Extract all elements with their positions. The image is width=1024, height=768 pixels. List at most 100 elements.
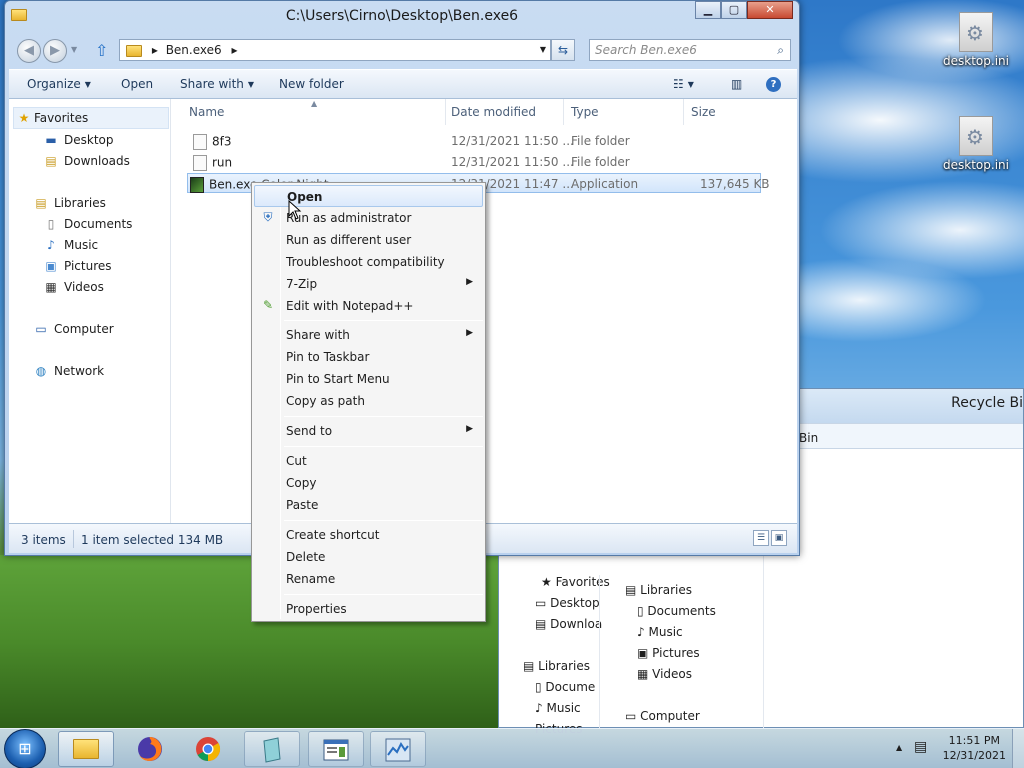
up-arrow-icon[interactable]: ⇧ (95, 41, 108, 60)
column-divider[interactable] (683, 99, 684, 125)
open-button[interactable]: Open (121, 77, 153, 91)
taskbar-app-window[interactable] (308, 731, 364, 767)
start-button[interactable]: ⊞ (4, 729, 46, 768)
address-path[interactable]: Ben.exe6 (166, 43, 222, 57)
help-icon[interactable]: ? (766, 77, 781, 92)
bg-sidebar-libraries[interactable]: ▤ Libraries (523, 659, 590, 673)
chevron-right-icon[interactable]: ▸ (231, 43, 237, 57)
window-titlebar[interactable]: C:\Users\Cirno\Desktop\Ben.exe6 ▁ ▢ ✕ (5, 1, 799, 33)
file-row[interactable]: run 12/31/2021 11:50 ... File folder (187, 152, 761, 172)
sidebar-item-libraries[interactable]: ▤ Libraries (33, 196, 106, 210)
notepad-plus-plus-icon: ✎ (262, 298, 274, 312)
chevron-down-icon: ▼ (687, 80, 694, 89)
bg-window-address-text: Bin (799, 431, 819, 445)
menu-item-run-as-different-user[interactable]: Run as different user (254, 229, 483, 251)
change-view-button[interactable]: ☷ ▼ (673, 77, 694, 91)
sidebar-item-label: Music (64, 238, 99, 252)
menu-item-create-shortcut[interactable]: Create shortcut (254, 524, 483, 546)
menu-item-pin-taskbar[interactable]: Pin to Taskbar (254, 346, 483, 368)
network-status-icon[interactable]: ▤ (914, 739, 927, 755)
menu-item-7zip[interactable]: 7-Zip ▶ (254, 273, 483, 295)
desktop-icon-ini-1[interactable]: desktop.ini (936, 12, 1016, 68)
column-header-date-modified[interactable]: Date modified (451, 105, 536, 119)
new-folder-button[interactable]: New folder (279, 77, 344, 91)
menu-item-send-to[interactable]: Send to ▶ (254, 420, 483, 442)
menu-item-cut[interactable]: Cut (254, 450, 483, 472)
menu-item-label: Share with (286, 328, 350, 342)
back-button[interactable]: ◀ (17, 39, 41, 63)
menu-item-label: Edit with Notepad++ (286, 299, 414, 313)
menu-item-paste[interactable]: Paste (254, 494, 483, 516)
bg-pane-pictures[interactable]: ▣ Pictures (637, 646, 700, 660)
column-divider[interactable] (563, 99, 564, 125)
bg-pane-documents[interactable]: ▯ Documents (637, 604, 716, 618)
taskbar-chrome[interactable] (180, 731, 236, 767)
menu-item-properties[interactable]: Properties (254, 598, 483, 620)
address-dropdown-icon[interactable]: ▼ (540, 40, 546, 60)
sidebar-item-documents[interactable]: ▯ Documents (43, 217, 133, 231)
share-with-button[interactable]: Share with ▼ (180, 77, 254, 91)
menu-item-label: Pin to Taskbar (286, 350, 370, 364)
bg-pane-libraries[interactable]: ▤ Libraries (625, 583, 692, 597)
bg-downloads-label: Downloa (550, 617, 603, 631)
sidebar-item-computer[interactable]: ▭ Computer (33, 322, 113, 336)
menu-item-troubleshoot[interactable]: Troubleshoot compatibility (254, 251, 483, 273)
menu-item-share-with[interactable]: Share with ▶ (254, 324, 483, 346)
chevron-down-icon: ▼ (247, 80, 255, 89)
search-placeholder: Search Ben.exe6 (595, 43, 697, 57)
chevron-right-icon[interactable]: ▸ (152, 43, 158, 57)
bg-pane-computer[interactable]: ▭ Computer (625, 709, 700, 723)
column-header-size[interactable]: Size (691, 105, 716, 119)
column-header-name[interactable]: Name (189, 105, 224, 119)
file-row[interactable]: 8f3 12/31/2021 11:50 ... File folder (187, 131, 761, 151)
taskbar-explorer[interactable] (58, 731, 114, 767)
sidebar-item-network[interactable]: ◍ Network (33, 364, 104, 378)
menu-item-copy[interactable]: Copy (254, 472, 483, 494)
recent-pages-dropdown[interactable]: ▼ (71, 45, 77, 54)
bg-sidebar-desktop[interactable]: ▭ Desktop (535, 596, 600, 610)
address-bar[interactable]: ▸ Ben.exe6 ▸ ▼ (119, 39, 551, 61)
open-label: Open (121, 77, 154, 91)
desktop-icon-ini-2[interactable]: desktop.ini (936, 116, 1016, 172)
menu-item-label: Copy as path (286, 394, 365, 408)
preview-pane-button[interactable]: ▥ (731, 77, 742, 91)
menu-item-edit-notepad[interactable]: ✎ Edit with Notepad++ (254, 295, 483, 317)
menu-item-label: Properties (286, 602, 347, 616)
organize-button[interactable]: Organize ▼ (27, 77, 91, 91)
context-menu[interactable]: Open ⛨ Run as administrator Run as differ… (251, 182, 486, 622)
menu-item-rename[interactable]: Rename (254, 568, 483, 590)
sidebar-item-desktop[interactable]: ▬ Desktop (43, 133, 113, 147)
minimize-button[interactable]: ▁ (695, 1, 721, 19)
taskbar-notepad[interactable] (244, 731, 300, 767)
show-desktop-button[interactable] (1012, 729, 1024, 768)
sidebar-item-music[interactable]: ♪ Music (43, 238, 98, 252)
search-icon[interactable]: ⌕ (777, 40, 784, 60)
menu-item-delete[interactable]: Delete (254, 546, 483, 568)
maximize-button[interactable]: ▢ (721, 1, 747, 19)
bg-pane-videos[interactable]: ▦ Videos (637, 667, 692, 681)
menu-item-pin-start-menu[interactable]: Pin to Start Menu (254, 368, 483, 390)
bg-sidebar-documents[interactable]: ▯ Docume (535, 680, 595, 694)
search-input[interactable]: Search Ben.exe6 ⌕ (589, 39, 791, 61)
large-icons-view-icon[interactable]: ▣ (771, 530, 787, 546)
bg-pane-music[interactable]: ♪ Music (637, 625, 683, 639)
taskbar-resource-monitor[interactable] (370, 731, 426, 767)
column-header-type[interactable]: Type (571, 105, 599, 119)
close-button[interactable]: ✕ (747, 1, 793, 19)
refresh-button[interactable]: ⇆ (551, 39, 575, 61)
column-divider[interactable] (445, 99, 446, 125)
system-clock[interactable]: 11:51 PM 12/31/2021 (943, 733, 1006, 763)
navigation-pane[interactable]: ★ Favorites ▬ Desktop ▤ Downloads ▤ Librarie… (9, 99, 171, 523)
forward-button[interactable]: ▶ (43, 39, 67, 63)
bg-sidebar-downloads[interactable]: ▤ Downloa (535, 617, 602, 631)
taskbar-firefox[interactable] (122, 731, 178, 767)
bg-sidebar-music[interactable]: ♪ Music (535, 701, 581, 715)
details-view-icon[interactable]: ☰ (753, 530, 769, 546)
sidebar-item-videos[interactable]: ▦ Videos (43, 280, 104, 294)
sidebar-item-favorites[interactable]: ★ Favorites (13, 107, 169, 129)
menu-item-copy-as-path[interactable]: Copy as path (254, 390, 483, 412)
star-icon: ★ (18, 111, 30, 125)
sidebar-item-pictures[interactable]: ▣ Pictures (43, 259, 111, 273)
show-hidden-icons-icon[interactable]: ▲ (896, 743, 902, 752)
sidebar-item-downloads[interactable]: ▤ Downloads (43, 154, 130, 168)
